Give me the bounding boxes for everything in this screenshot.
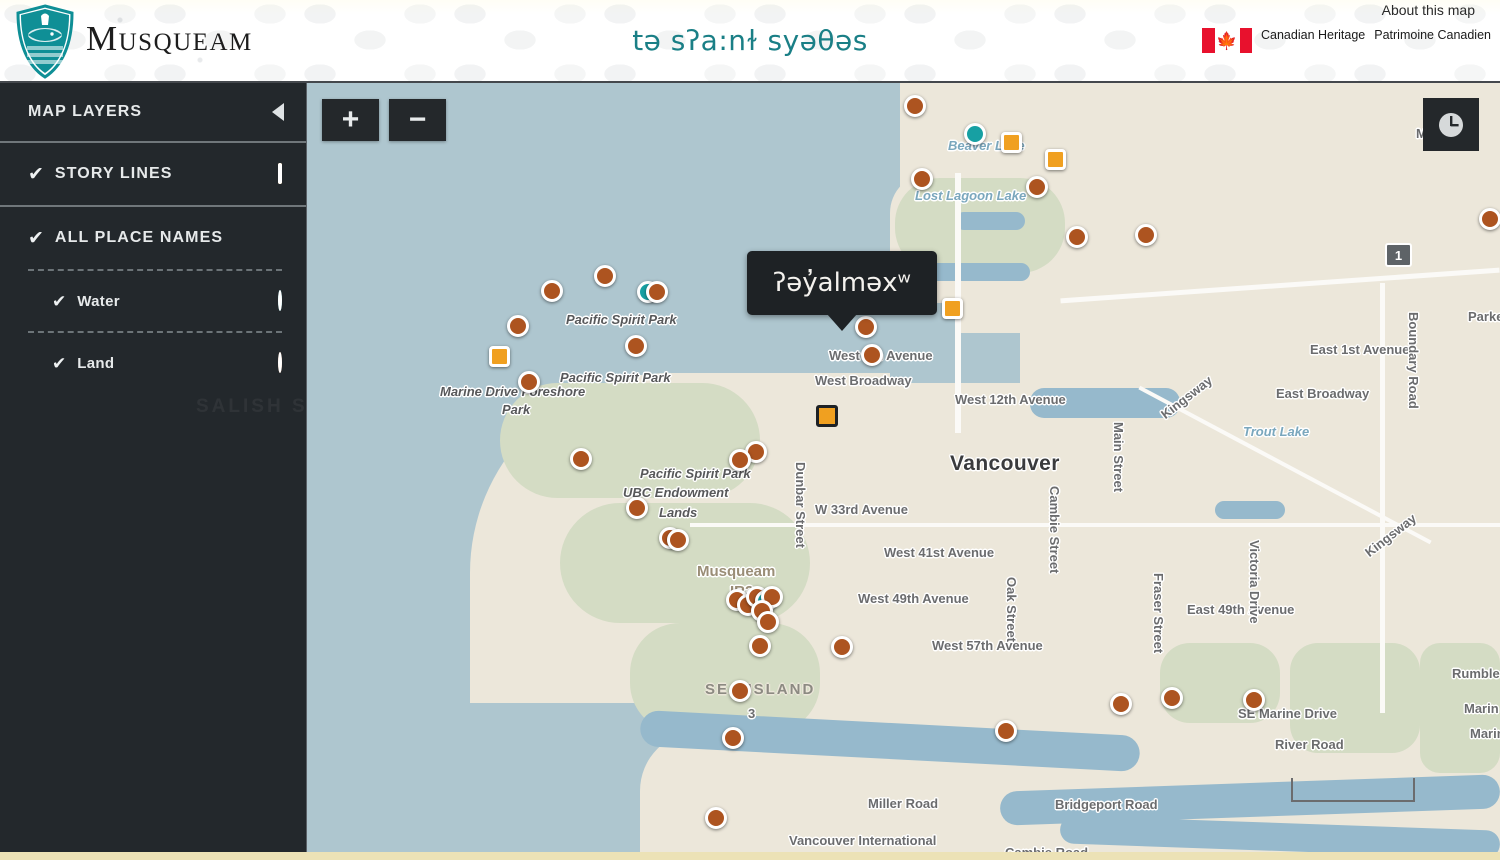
place-marker-land[interactable] [904,95,926,117]
place-marker-land[interactable] [729,449,751,471]
all-place-names-check-icon: ✔ [28,227,44,249]
place-marker-land[interactable] [1479,208,1500,230]
place-marker-land[interactable] [855,316,877,338]
story-lines-label: STORY LINES [54,165,173,182]
highway-shield-icon: 1 [1385,243,1412,267]
zoom-in-button[interactable]: + [322,99,379,141]
story-lines-swatch [278,163,282,184]
place-marker-land[interactable] [541,280,563,302]
place-marker-land[interactable] [667,529,689,551]
collapse-left-arrow-icon[interactable] [272,103,284,121]
place-name-popup[interactable]: ʔəy̓alməxʷ [747,251,937,315]
place-marker-land[interactable] [594,265,616,287]
map-label: Pacific Spirit Park [566,312,677,327]
place-marker-water[interactable] [964,123,986,145]
sidebar-title: MAP LAYERS [28,103,143,120]
zoom-controls: + − [322,99,446,141]
sidebar-item-all-place-names[interactable]: ✔ ALL PLACE NAMES [0,207,306,269]
place-marker-land[interactable] [1135,224,1157,246]
place-marker-land[interactable] [570,448,592,470]
bottom-strip [0,852,1500,860]
place-marker-land[interactable] [625,335,647,357]
place-marker-land[interactable] [1066,226,1088,248]
place-marker-land[interactable] [626,497,648,519]
water-swatch [278,290,282,311]
selected-place-marker[interactable] [816,405,838,427]
sidebar-item-story-lines[interactable]: ✔ STORY LINES [0,143,306,205]
place-marker-land[interactable] [705,807,727,829]
place-marker-land[interactable] [911,168,933,190]
place-marker-land[interactable] [995,720,1017,742]
clock-icon [1439,112,1463,137]
place-marker-land[interactable] [749,635,771,657]
place-marker-sq[interactable] [1001,132,1022,153]
land-swatch [278,352,282,373]
place-marker-land[interactable] [831,636,853,658]
place-marker-land[interactable] [729,680,751,702]
place-marker-land[interactable] [507,315,529,337]
place-marker-sq[interactable] [1045,149,1066,170]
water-label: Water [77,292,120,310]
timeline-clock-button[interactable] [1423,98,1479,151]
sidebar-item-water[interactable]: ✔ Water [0,271,306,331]
zoom-out-button[interactable]: − [389,99,446,141]
land-check-icon: ✔ [52,353,67,373]
place-marker-sq[interactable] [942,298,963,319]
map-tiles: Beaver Lake Lost Lagoon Lake Pacific Spiri… [307,83,1500,852]
place-name-popup-label: ʔəy̓alməxʷ [773,268,911,298]
place-marker-land[interactable] [1110,693,1132,715]
place-marker-land[interactable] [1026,176,1048,198]
sidebar-header: MAP LAYERS [0,83,306,141]
map-application: Musqueam tə sʔa:nɫ syəθəs About this map… [0,0,1500,860]
gov-label-en: Canadian Heritage [1261,28,1365,42]
story-lines-check-icon: ✔ [28,163,44,185]
place-marker-sq[interactable] [489,346,510,367]
gov-label-fr: Patrimoine Canadien [1374,28,1491,42]
gov-label-en-text: Canadian Heritage [1261,28,1366,42]
map-scalebar [1291,778,1415,802]
sidebar-item-land[interactable]: ✔ Land [0,333,306,393]
government-wordmark: 🍁 Canadian Heritage Patrimoine Canadien [1202,28,1491,53]
canada-flag-icon: 🍁 [1202,28,1252,53]
maple-leaf-glyph: 🍁 [1216,31,1238,50]
place-marker-land[interactable] [757,611,779,633]
map-canvas[interactable]: Beaver Lake Lost Lagoon Lake Pacific Spiri… [307,83,1500,852]
place-marker-land[interactable] [646,281,668,303]
gov-label-fr-text: Patrimoine Canadien [1374,28,1491,42]
place-marker-land[interactable] [861,344,883,366]
place-marker-land[interactable] [1161,687,1183,709]
site-header: Musqueam tə sʔa:nɫ syəθəs About this map… [0,0,1500,83]
about-this-map-link[interactable]: About this map [1382,2,1475,18]
place-marker-land[interactable] [518,371,540,393]
all-place-names-label: ALL PLACE NAMES [54,229,224,246]
map-layers-sidebar: SALISH SEA MAP LAYERS ✔ STORY LINES ✔ AL… [0,83,307,852]
land-label: Land [77,354,115,372]
place-marker-land[interactable] [1243,689,1265,711]
place-marker-land[interactable] [722,727,744,749]
salish-sea-ghost-label: SALISH SEA [196,396,307,417]
water-check-icon: ✔ [52,291,67,311]
